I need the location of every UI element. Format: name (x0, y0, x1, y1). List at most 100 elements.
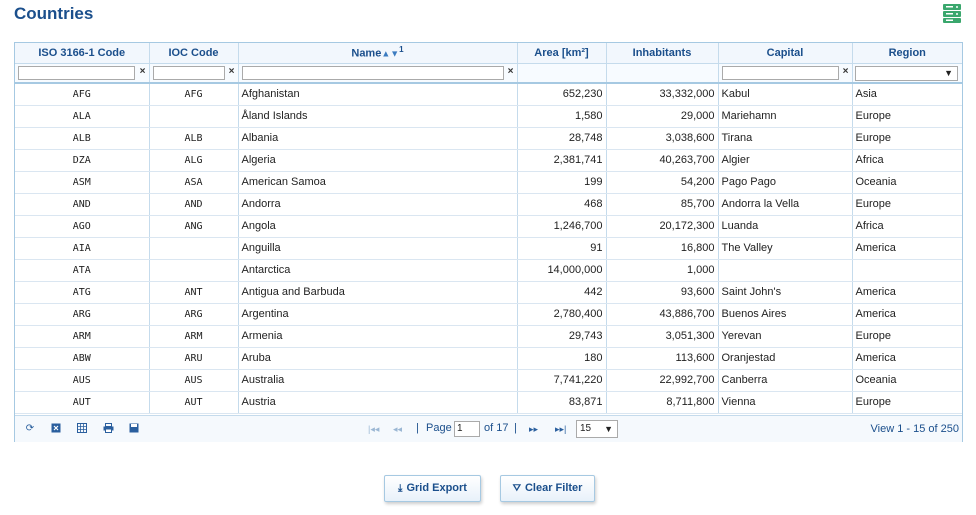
save-icon[interactable] (128, 423, 140, 435)
table-row[interactable]: AFG AFG Afghanistan 652,230 33,332,000 Kabul A… (15, 83, 962, 106)
ioc-cell: ANT (149, 281, 239, 304)
iso-cell: DZA (15, 149, 150, 172)
capital-cell (718, 259, 853, 282)
sort-icon[interactable]: ▲▼ (381, 49, 399, 59)
area-cell: 2,381,741 (517, 149, 607, 172)
database-icon[interactable] (941, 3, 963, 25)
region-cell: America (852, 237, 962, 260)
area-cell: 1,246,700 (517, 215, 607, 238)
ioc-cell: ASA (149, 171, 239, 194)
first-page-icon[interactable]: |◂◂ (368, 423, 379, 435)
capital-cell: Saint John's (718, 281, 853, 304)
page-label: Page (426, 422, 452, 434)
capital-cell: Luanda (718, 215, 853, 238)
column-header-name[interactable]: Name▲▼1 (238, 43, 518, 64)
column-header-capital[interactable]: Capital (718, 43, 853, 64)
name-cell: Angola (238, 215, 518, 238)
inhabitants-cell: 33,332,000 (606, 83, 719, 106)
grid-table: ISO 3166-1 Code IOC Code Name▲▼1 Area [k… (15, 43, 962, 414)
pager-separator-left: | (416, 422, 419, 434)
column-header-region[interactable]: Region (852, 43, 962, 64)
refresh-icon[interactable]: ⟳ (24, 423, 36, 435)
grid-export-button[interactable]: ⤓ Grid Export (384, 475, 481, 502)
table-row[interactable]: AUT AUT Austria 83,871 8,711,800 Vienna Europe (15, 391, 962, 414)
download-icon: ⤓ (398, 483, 403, 494)
grid-body: AFG AFG Afghanistan 652,230 33,332,000 Kabul A… (15, 83, 962, 414)
clear-filter-name-icon[interactable]: × (508, 66, 514, 77)
iso-cell: ALA (15, 105, 150, 128)
region-cell: Asia (852, 83, 962, 106)
clear-filter-ioc-icon[interactable]: × (229, 66, 235, 77)
inhabitants-cell: 93,600 (606, 281, 719, 304)
ioc-cell (149, 105, 239, 128)
region-cell: Europe (852, 127, 962, 150)
capital-cell: Mariehamn (718, 105, 853, 128)
pager: ⟳ |◂◂ ◂◂ | Page 1 of 17 | ▸▸ ▸▸| 15 ▼ Vie… (15, 415, 962, 442)
clear-filter-iso-icon[interactable]: × (140, 66, 146, 77)
iso-cell: AUS (15, 369, 150, 392)
clear-filter-button[interactable]: ⛛ Clear Filter (500, 475, 595, 502)
region-cell (852, 259, 962, 282)
iso-cell: AIA (15, 237, 150, 260)
capital-cell: Andorra la Vella (718, 193, 853, 216)
table-row[interactable]: ARG ARG Argentina 2,780,400 43,886,700 Buenos… (15, 303, 962, 326)
clear-filter-capital-icon[interactable]: × (843, 66, 849, 77)
prev-page-icon[interactable]: ◂◂ (393, 423, 402, 435)
table-row[interactable]: ALB ALB Albania 28,748 3,038,600 Tirana Europe (15, 127, 962, 150)
iso-cell: ALB (15, 127, 150, 150)
table-row[interactable]: AND AND Andorra 468 85,700 Andorra la Vella Eu… (15, 193, 962, 216)
region-cell: America (852, 281, 962, 304)
area-cell: 2,780,400 (517, 303, 607, 326)
area-cell: 28,748 (517, 127, 607, 150)
filter-input-name[interactable] (241, 65, 504, 80)
filter-select-region[interactable]: ▼ (854, 65, 958, 81)
columns-icon[interactable] (76, 423, 88, 435)
table-row[interactable]: AIA Anguilla 91 16,800 The Valley America (15, 237, 962, 260)
iso-cell: ABW (15, 347, 150, 370)
page-input[interactable]: 1 (454, 421, 480, 437)
filter-input-ioc[interactable] (152, 65, 225, 80)
capital-cell: Canberra (718, 369, 853, 392)
column-header-inhabitants[interactable]: Inhabitants (606, 43, 719, 64)
name-cell: Armenia (238, 325, 518, 348)
table-row[interactable]: ABW ARU Aruba 180 113,600 Oranjestad America (15, 347, 962, 370)
table-row[interactable]: DZA ALG Algeria 2,381,741 40,263,700 Algier Af… (15, 149, 962, 172)
region-cell: Oceania (852, 369, 962, 392)
table-row[interactable]: ALA Åland Islands 1,580 29,000 Mariehamn Euro… (15, 105, 962, 128)
table-row[interactable]: ASM ASA American Samoa 199 54,200 Pago Pago Oc… (15, 171, 962, 194)
filter-input-capital[interactable] (721, 65, 839, 80)
name-cell: Andorra (238, 193, 518, 216)
filter-input-iso[interactable] (18, 65, 135, 80)
capital-cell: The Valley (718, 237, 853, 260)
column-header-ioc[interactable]: IOC Code (149, 43, 239, 64)
iso-cell: ATG (15, 281, 150, 304)
last-page-icon[interactable]: ▸▸| (555, 423, 566, 435)
capital-cell: Tirana (718, 127, 853, 150)
area-cell: 468 (517, 193, 607, 216)
table-row[interactable]: AGO ANG Angola 1,246,700 20,172,300 Luanda Afr… (15, 215, 962, 238)
table-row[interactable]: ATG ANT Antigua and Barbuda 442 93,600 Saint … (15, 281, 962, 304)
page-title: Countries (14, 4, 94, 23)
print-icon[interactable] (102, 423, 114, 435)
next-page-icon[interactable]: ▸▸ (529, 423, 538, 435)
table-row[interactable]: ARM ARM Armenia 29,743 3,051,300 Yerevan Europ… (15, 325, 962, 348)
table-row[interactable]: ATA Antarctica 14,000,000 1,000 (15, 259, 962, 282)
name-cell: Algeria (238, 149, 518, 172)
name-cell: American Samoa (238, 171, 518, 194)
column-header-iso[interactable]: ISO 3166-1 Code (15, 43, 150, 64)
ioc-cell (149, 237, 239, 260)
column-header-area[interactable]: Area [km²] (517, 43, 607, 64)
clear-icon[interactable] (50, 423, 62, 435)
area-cell: 199 (517, 171, 607, 194)
capital-cell: Kabul (718, 83, 853, 106)
chevron-down-icon: ▼ (604, 424, 613, 434)
page-size-select[interactable]: 15 ▼ (576, 420, 618, 438)
inhabitants-cell: 20,172,300 (606, 215, 719, 238)
table-row[interactable]: AUS AUS Australia 7,741,220 22,992,700 Canber… (15, 369, 962, 392)
capital-cell: Buenos Aires (718, 303, 853, 326)
ioc-cell: ARG (149, 303, 239, 326)
region-cell: Europe (852, 105, 962, 128)
iso-cell: ASM (15, 171, 150, 194)
region-cell: America (852, 303, 962, 326)
iso-cell: AGO (15, 215, 150, 238)
